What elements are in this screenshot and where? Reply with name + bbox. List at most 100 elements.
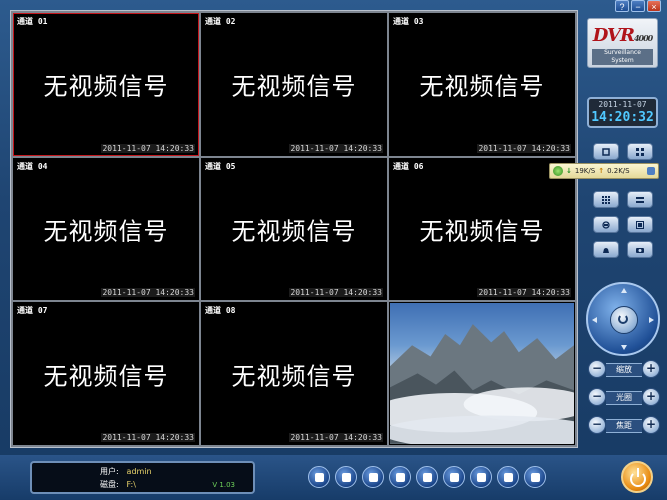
user-manage-button[interactable]	[308, 466, 330, 488]
quad-grid-icon	[636, 147, 644, 156]
edit-log-icon	[342, 473, 351, 482]
focus-label: 焦距	[606, 419, 642, 433]
channel-label: 通道 02	[205, 17, 236, 26]
ptz-auto-rotate-icon[interactable]	[610, 306, 638, 334]
channel-timestamp: 2011-11-07 14:20:33	[477, 143, 571, 153]
focus-control: − 焦距 +	[588, 416, 660, 434]
disk-value: F:\	[126, 480, 136, 489]
power-button[interactable]	[621, 461, 653, 493]
channel-label: 通道 04	[17, 161, 48, 171]
snapshot-button[interactable]	[362, 466, 384, 488]
alarm-button[interactable]	[593, 241, 619, 258]
channel-label: 通道 08	[205, 306, 236, 316]
clock-date: 2011-11-07	[598, 100, 647, 109]
mountain-landscape-image	[390, 324, 574, 444]
close-button[interactable]: ×	[647, 0, 661, 12]
single-view-button[interactable]	[593, 143, 619, 160]
lock-button[interactable]	[524, 466, 546, 488]
ptz-down-arrow-icon[interactable]	[621, 345, 627, 350]
no-signal-text: 无视频信号	[231, 217, 357, 246]
channel-timestamp: 2011-11-07 14:20:33	[289, 288, 383, 298]
settings-button[interactable]	[497, 466, 519, 488]
playback-button[interactable]	[389, 466, 411, 488]
no-signal-text: 无视频信号	[419, 72, 545, 101]
display-button[interactable]	[470, 466, 492, 488]
network-status-bar: ↓ 19K/S ↑ 0.2K/S	[549, 163, 659, 179]
bottom-toolbar	[308, 466, 546, 488]
network-settings-icon[interactable]	[647, 167, 655, 175]
status-panel: 用户: admin 磁盘: F:\ V 1.03	[30, 461, 255, 494]
video-channel-08[interactable]: 通道 08 无视频信号 2011-11-07 14:20:33	[201, 302, 387, 445]
focus-near-button[interactable]: −	[588, 416, 606, 434]
nine-grid-icon	[602, 195, 610, 204]
clock-time: 14:20:32	[591, 110, 654, 125]
cycle-view-button[interactable]	[593, 216, 619, 233]
window-controls: ? − ×	[615, 0, 661, 12]
iris-close-button[interactable]: −	[588, 388, 606, 406]
help-button[interactable]: ?	[615, 0, 629, 12]
logo-tagline: Surveillance System	[592, 49, 653, 65]
ptz-direction-pad[interactable]	[586, 282, 660, 356]
alarm-siren-icon	[603, 247, 609, 253]
channel-label: 通道 06	[393, 161, 424, 171]
log-button[interactable]	[335, 466, 357, 488]
standby-image-panel	[389, 302, 575, 445]
fullscreen-button[interactable]	[627, 216, 653, 233]
iris-control: − 光圈 +	[588, 388, 660, 406]
users-icon	[315, 473, 324, 482]
channel-timestamp: 2011-11-07 14:20:33	[101, 433, 195, 442]
channel-timestamp: 2011-11-07 14:20:33	[289, 143, 383, 153]
nine-view-button[interactable]	[593, 191, 619, 208]
channel-timestamp: 2011-11-07 14:20:33	[101, 288, 195, 298]
iris-open-button[interactable]: +	[642, 388, 660, 406]
video-channel-07[interactable]: 通道 07 无视频信号 2011-11-07 14:20:33	[13, 302, 199, 445]
focus-far-button[interactable]: +	[642, 416, 660, 434]
minimize-button[interactable]: −	[631, 0, 645, 12]
channel-timestamp: 2011-11-07 14:20:33	[289, 433, 383, 442]
video-channel-05[interactable]: 通道 05 无视频信号 2011-11-07 14:20:33	[201, 157, 387, 301]
no-signal-text: 无视频信号	[43, 72, 169, 101]
quad-view-button[interactable]	[627, 143, 653, 160]
channel-label: 通道 05	[205, 161, 236, 171]
ptz-left-arrow-icon[interactable]	[592, 317, 597, 323]
download-rate: 19K/S	[574, 167, 596, 175]
zoom-out-button[interactable]: −	[588, 360, 606, 378]
no-signal-text: 无视频信号	[231, 72, 357, 101]
speaker-icon	[423, 473, 432, 482]
video-channel-04[interactable]: 通道 04 无视频信号 2011-11-07 14:20:33	[13, 157, 199, 301]
video-channel-02[interactable]: 通道 02 无视频信号 2011-11-07 14:20:33	[201, 13, 387, 156]
channel-label: 通道 01	[17, 17, 48, 26]
sixteen-view-button[interactable]	[627, 191, 653, 208]
no-signal-text: 无视频信号	[231, 362, 357, 391]
ptz-right-arrow-icon[interactable]	[649, 317, 654, 323]
video-channel-03[interactable]: 通道 03 无视频信号 2011-11-07 14:20:33	[389, 13, 575, 156]
zoom-control: − 缩放 +	[588, 360, 660, 378]
video-grid: 通道 01 无视频信号 2011-11-07 14:20:33 通道 02 无视…	[10, 10, 578, 448]
video-channel-06[interactable]: 通道 06 无视频信号 2011-11-07 14:20:33	[389, 157, 575, 301]
logo-model: 4000	[633, 33, 653, 43]
clock-display: 2011-11-07 14:20:32	[587, 97, 658, 128]
camera-snapshot-icon	[369, 473, 378, 482]
network-button[interactable]	[443, 466, 465, 488]
no-signal-text: 无视频信号	[43, 362, 169, 391]
video-channel-01[interactable]: 通道 01 无视频信号 2011-11-07 14:20:33	[13, 13, 199, 156]
upload-arrow-icon: ↑	[598, 167, 605, 175]
user-label: 用户:	[100, 467, 119, 476]
network-icon	[450, 473, 459, 482]
wrench-icon	[504, 473, 513, 482]
channel-timestamp: 2011-11-07 14:20:33	[477, 288, 571, 298]
lock-user-icon	[531, 473, 540, 482]
network-globe-icon	[553, 166, 563, 176]
camera-switch-button[interactable]	[627, 241, 653, 258]
camera-icon	[636, 247, 644, 253]
app-window: ? − × 通道 01 无视频信号 2011-11-07 14:20:33 通道…	[0, 0, 667, 500]
upload-rate: 0.2K/S	[607, 167, 630, 175]
zoom-in-button[interactable]: +	[642, 360, 660, 378]
disk-label: 磁盘:	[100, 480, 119, 489]
film-playback-icon	[396, 473, 405, 482]
ptz-up-arrow-icon[interactable]	[621, 288, 627, 293]
channel-label: 通道 03	[393, 17, 424, 26]
user-value: admin	[126, 467, 152, 476]
zoom-label: 缩放	[606, 363, 642, 377]
audio-button[interactable]	[416, 466, 438, 488]
